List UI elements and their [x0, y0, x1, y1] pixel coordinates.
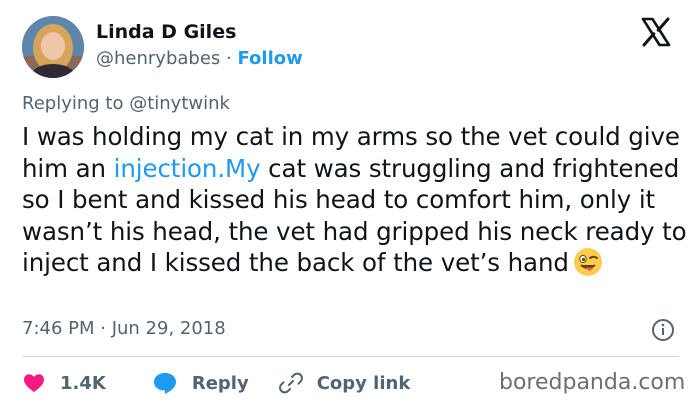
action-bar: 1.4K Reply Copy link — [22, 368, 410, 398]
author-name[interactable]: Linda D Giles — [96, 20, 236, 44]
avatar-photo — [22, 16, 84, 78]
reply-bubble-icon — [153, 373, 176, 394]
heart-icon — [24, 374, 44, 392]
replying-mention[interactable]: @tinytwink — [129, 93, 230, 114]
reply-label: Reply — [191, 372, 249, 394]
winking-face-with-tongue-icon — [573, 247, 603, 285]
divider — [22, 356, 679, 357]
like-count: 1.4K — [60, 372, 106, 394]
x-logo-icon[interactable] — [640, 16, 672, 48]
replying-to: Replying to @tinytwink — [22, 92, 230, 116]
tweet-link[interactable]: injection.My — [114, 154, 261, 183]
follow-button[interactable]: Follow — [237, 48, 302, 69]
copy-link-label: Copy link — [316, 372, 411, 394]
timestamp[interactable]: 7:46 PM · Jun 29, 2018 — [22, 317, 226, 341]
link-icon — [278, 372, 303, 394]
like-button[interactable]: 1.4K — [22, 371, 106, 395]
author-handle[interactable]: @henrybabes — [96, 48, 220, 69]
watermark: boredpanda.com — [499, 370, 686, 395]
author-handle-row: @henrybabes · Follow — [96, 47, 303, 71]
info-icon[interactable] — [651, 318, 675, 342]
separator-dot: · — [226, 48, 232, 69]
reply-button[interactable]: Reply — [152, 371, 249, 395]
copy-link-button[interactable]: Copy link — [278, 371, 411, 395]
tweet-text: I was holding my cat in my arms so the v… — [22, 121, 687, 285]
avatar[interactable] — [22, 16, 84, 78]
replying-prefix: Replying to — [22, 93, 124, 114]
